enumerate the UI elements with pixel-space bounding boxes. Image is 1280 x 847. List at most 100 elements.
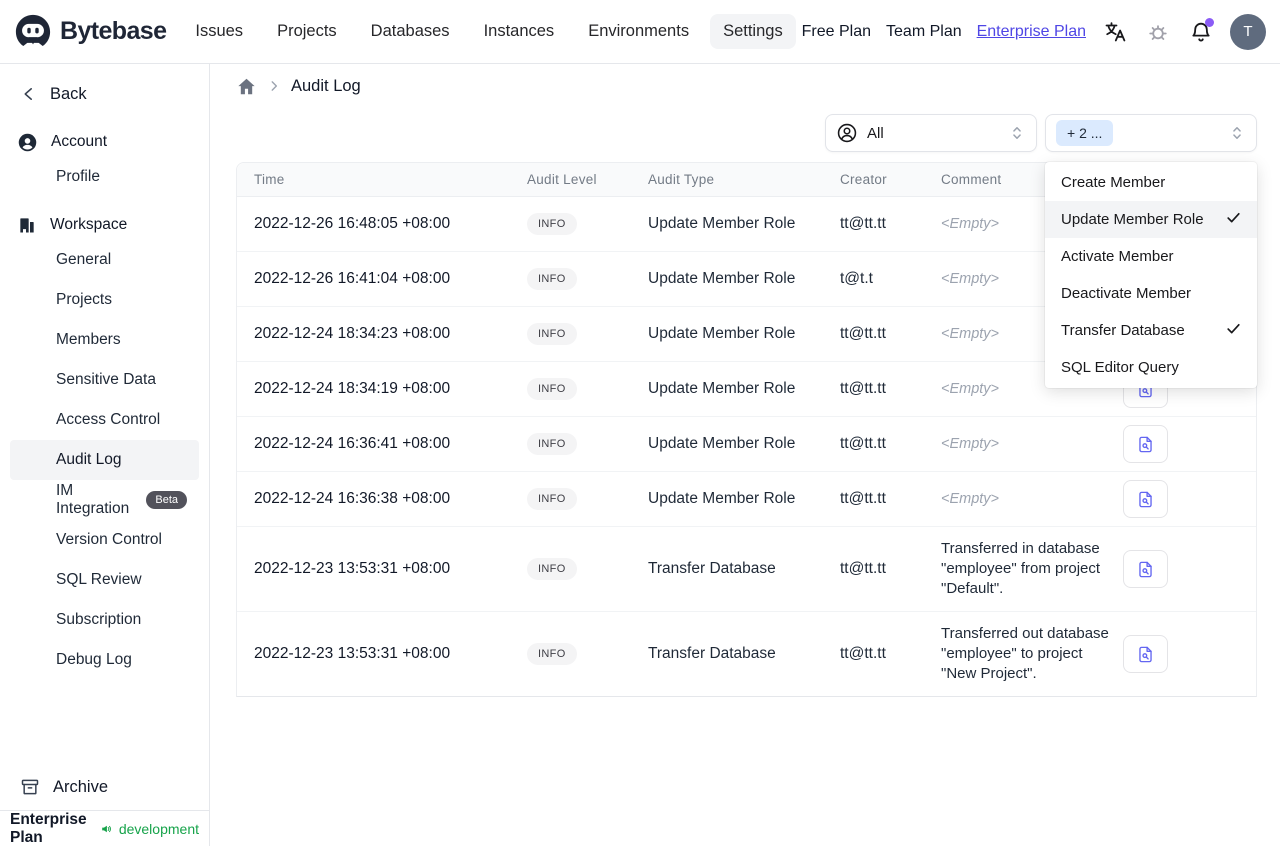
environment-label: development <box>118 820 199 837</box>
brand-name: Bytebase <box>60 17 167 45</box>
nav-link-environments[interactable]: Environments <box>575 14 702 49</box>
audit-level-badge: INFO <box>527 378 577 400</box>
sidebar-footer: Enterprise Plan development <box>0 810 209 846</box>
col-audit-level: Audit Level <box>527 172 597 187</box>
sidebar-item-profile[interactable]: Profile <box>10 157 199 197</box>
check-icon <box>1227 212 1240 223</box>
back-button[interactable]: Back <box>0 74 209 114</box>
sidebar-item-audit-log[interactable]: Audit Log <box>10 440 199 480</box>
current-plan-label: Enterprise Plan <box>10 810 87 846</box>
creator-cell: tt@tt.tt <box>840 325 886 342</box>
nav-link-databases[interactable]: Databases <box>358 14 463 49</box>
creator-filter-value: All <box>867 124 884 142</box>
main-content: Audit Log All + 2 ... Time Audit Level A… <box>210 64 1280 846</box>
filter-bar: All + 2 ... <box>236 114 1257 152</box>
menu-item-sql-editor-query[interactable]: SQL Editor Query <box>1045 349 1257 386</box>
enterprise-plan-link[interactable]: Enterprise Plan <box>977 23 1086 41</box>
menu-item-activate-member[interactable]: Activate Member <box>1045 238 1257 275</box>
check-icon <box>1227 323 1240 334</box>
bell-icon[interactable] <box>1187 17 1215 46</box>
creator-cell: t@t.t <box>840 270 873 287</box>
audit-type-cell: Update Member Role <box>648 270 796 287</box>
view-detail-button[interactable] <box>1123 635 1168 673</box>
audit-level-badge: INFO <box>527 213 577 235</box>
creator-cell: tt@tt.tt <box>840 560 886 577</box>
sidebar-item-sql-review[interactable]: SQL Review <box>10 560 199 600</box>
table-row: 2022-12-23 13:53:31 +08:00 INFO Transfer D… <box>237 527 1256 612</box>
user-circle-icon <box>18 133 37 151</box>
audit-type-cell: Update Member Role <box>648 380 796 397</box>
chevron-left-icon <box>24 88 32 100</box>
main-nav: Issues Projects Databases Instances Environm… <box>182 14 796 49</box>
sidebar-item-sensitive-data[interactable]: Sensitive Data <box>10 360 199 400</box>
sidebar-section-workspace: Workspace General Projects Members Sensitive… <box>0 210 209 680</box>
home-icon[interactable] <box>236 76 257 97</box>
nav-right: Free Plan Team Plan Enterprise Plan T <box>802 13 1266 50</box>
free-plan-link[interactable]: Free Plan <box>802 23 871 41</box>
bug-icon[interactable] <box>1144 18 1172 46</box>
sidebar-item-im-integration[interactable]: IM Integration Beta <box>10 480 199 520</box>
view-detail-button[interactable] <box>1123 425 1168 463</box>
bytebase-logo[interactable]: Bytebase <box>14 13 167 51</box>
breadcrumb: Audit Log <box>236 70 1257 102</box>
file-search-icon <box>1139 561 1152 577</box>
audit-type-cell: Update Member Role <box>648 215 796 232</box>
view-detail-button[interactable] <box>1123 480 1168 518</box>
table-row: 2022-12-24 16:36:38 +08:00 INFO Update Mem… <box>237 472 1256 527</box>
sidebar-item-general[interactable]: General <box>10 240 199 280</box>
time-cell: 2022-12-24 18:34:23 +08:00 <box>254 325 451 342</box>
audit-level-badge: INFO <box>527 323 577 345</box>
menu-item-create-member[interactable]: Create Member <box>1045 164 1257 201</box>
sidebar-item-members[interactable]: Members <box>10 320 199 360</box>
sidebar-item-debug-log[interactable]: Debug Log <box>10 640 199 680</box>
time-cell: 2022-12-24 18:34:19 +08:00 <box>254 380 451 397</box>
chevron-up-down-icon <box>1013 127 1021 139</box>
audit-type-cell: Transfer Database <box>648 560 776 577</box>
sidebar-item-subscription[interactable]: Subscription <box>10 600 199 640</box>
sidebar-sections: Account Profile Workspace General Projects Me… <box>0 114 209 680</box>
creator-filter-select[interactable]: All <box>825 114 1037 152</box>
creator-cell: tt@tt.tt <box>840 435 886 452</box>
audit-type-cell: Update Member Role <box>648 435 796 452</box>
nav-link-instances[interactable]: Instances <box>471 14 568 49</box>
sidebar-section-header-workspace: Workspace <box>0 210 209 240</box>
bytebase-logo-icon <box>14 13 52 51</box>
menu-item-transfer-database[interactable]: Transfer Database <box>1045 312 1257 349</box>
sidebar-section-header-account: Account <box>0 127 209 157</box>
chevron-right-icon <box>271 81 278 91</box>
user-circle-icon <box>837 123 857 143</box>
time-cell: 2022-12-26 16:48:05 +08:00 <box>254 215 451 232</box>
sidebar-item-version-control[interactable]: Version Control <box>10 520 199 560</box>
archive-button[interactable]: Archive <box>0 764 209 810</box>
sidebar-section-account: Account Profile <box>0 127 209 197</box>
translate-icon[interactable] <box>1101 18 1129 46</box>
sidebar-item-access-control[interactable]: Access Control <box>10 400 199 440</box>
col-audit-type: Audit Type <box>648 172 715 187</box>
time-cell: 2022-12-24 16:36:41 +08:00 <box>254 435 451 452</box>
audit-type-cell: Update Member Role <box>648 490 796 507</box>
creator-cell: tt@tt.tt <box>840 645 886 662</box>
archive-label: Archive <box>53 777 109 796</box>
nav-link-issues[interactable]: Issues <box>182 14 256 49</box>
audit-level-badge: INFO <box>527 268 577 290</box>
team-plan-link[interactable]: Team Plan <box>886 23 962 41</box>
view-detail-button[interactable] <box>1123 550 1168 588</box>
audit-type-menu: Create Member Update Member Role Activate … <box>1045 162 1257 388</box>
nav-link-settings[interactable]: Settings <box>710 14 796 49</box>
sidebar-item-projects[interactable]: Projects <box>10 280 199 320</box>
comment-cell: Transferred out database "employee" to p… <box>941 625 1109 682</box>
menu-item-update-member-role[interactable]: Update Member Role <box>1045 201 1257 238</box>
avatar[interactable]: T <box>1230 13 1266 50</box>
audit-level-badge: INFO <box>527 558 577 580</box>
menu-item-deactivate-member[interactable]: Deactivate Member <box>1045 275 1257 312</box>
back-label: Back <box>50 84 87 103</box>
col-time: Time <box>254 172 285 187</box>
audit-type-filter-select[interactable]: + 2 ... <box>1045 114 1257 152</box>
comment-cell: <Empty> <box>941 491 1000 507</box>
time-cell: 2022-12-23 13:53:31 +08:00 <box>254 645 451 662</box>
type-filter-count-pill: + 2 ... <box>1056 120 1114 146</box>
breadcrumb-current[interactable]: Audit Log <box>291 77 361 96</box>
nav-link-projects[interactable]: Projects <box>264 14 350 49</box>
table-row: 2022-12-23 13:53:31 +08:00 INFO Transfer D… <box>237 612 1256 696</box>
